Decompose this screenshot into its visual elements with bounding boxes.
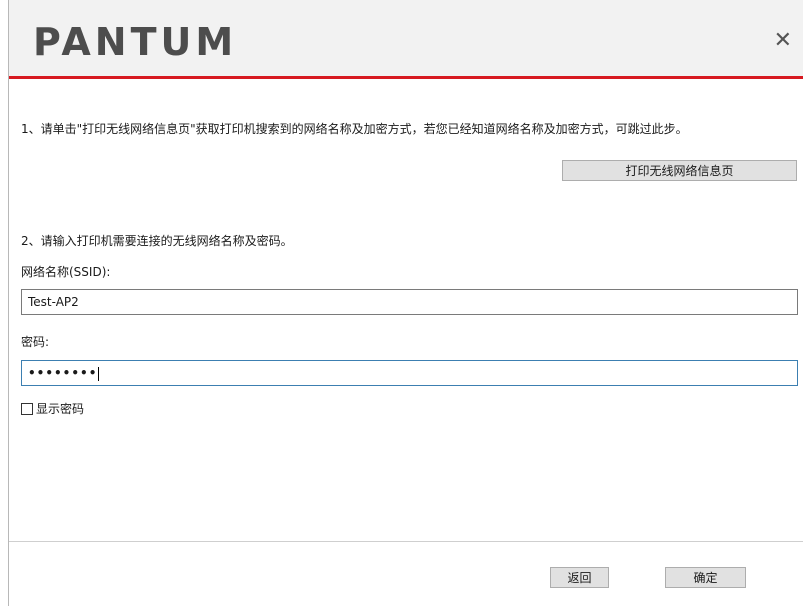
wifi-setup-dialog: PANTUM ✕ 1、请单击"打印无线网络信息页"获取打印机搜索到的网络名称及加… <box>8 0 803 606</box>
step2-instruction: 2、请输入打印机需要连接的无线网络名称及密码。 <box>21 234 293 248</box>
pantum-logo: PANTUM <box>33 20 238 64</box>
print-wireless-info-button[interactable]: 打印无线网络信息页 <box>562 160 797 181</box>
back-button[interactable]: 返回 <box>550 567 609 588</box>
close-icon[interactable]: ✕ <box>774 30 792 52</box>
ssid-label: 网络名称(SSID): <box>21 265 111 279</box>
password-value: •••••••• <box>28 366 98 380</box>
ssid-value: Test-AP2 <box>28 295 79 309</box>
text-caret <box>98 366 100 381</box>
header-accent-line <box>9 76 803 79</box>
password-label: 密码: <box>21 335 50 349</box>
ssid-input[interactable]: Test-AP2 <box>21 289 798 315</box>
footer-divider <box>9 541 803 542</box>
ok-button[interactable]: 确定 <box>665 567 746 588</box>
show-password-checkbox[interactable] <box>21 403 33 415</box>
step1-instruction: 1、请单击"打印无线网络信息页"获取打印机搜索到的网络名称及加密方式，若您已经知… <box>21 122 688 136</box>
show-password-label[interactable]: 显示密码 <box>36 401 84 417</box>
dialog-header: PANTUM ✕ <box>9 0 803 76</box>
password-input[interactable]: •••••••• <box>21 360 798 386</box>
